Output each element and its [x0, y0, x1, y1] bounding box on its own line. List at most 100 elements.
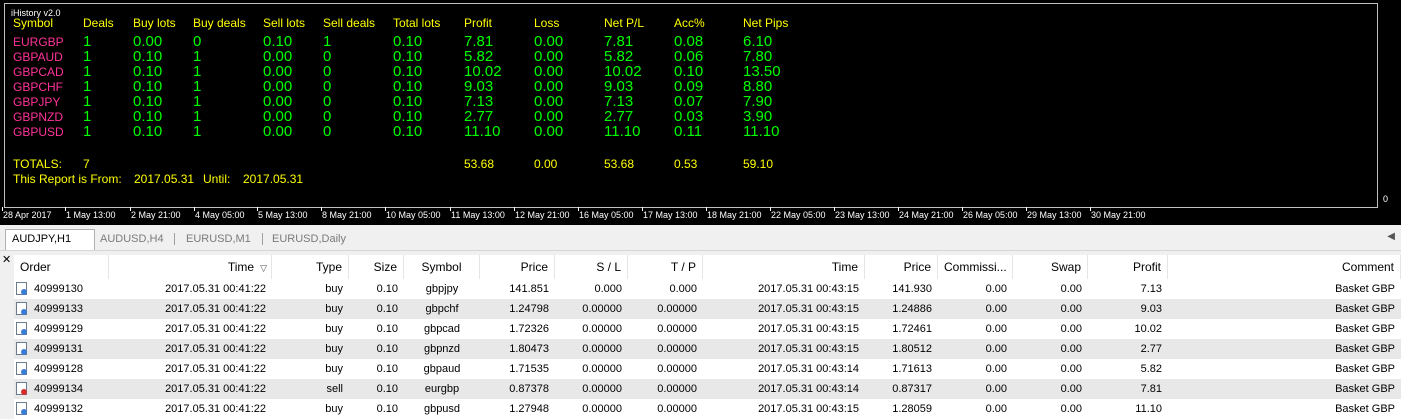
column-header[interactable]: Type: [272, 255, 349, 279]
stats-value: 0.00: [534, 108, 564, 125]
stats-value: 7.81: [604, 33, 634, 50]
stats-value: 0.09: [674, 78, 704, 95]
column-header[interactable]: Order: [14, 255, 109, 279]
column-header[interactable]: Size: [349, 255, 404, 279]
stats-value: 0.10: [393, 33, 423, 50]
stats-row: GBPAUD 1 0.10 1 0.00 0 0.10 5.82 0.00 5.82 0.06 7.8…: [0, 49, 1000, 64]
cell-type: buy: [325, 363, 343, 375]
column-header[interactable]: Profit: [1088, 255, 1168, 279]
stats-value: 13.50: [743, 63, 781, 80]
stats-value: 0.10: [393, 78, 423, 95]
stats-value: 6.10: [743, 33, 773, 50]
cell-close-time: 2017.05.31 00:43:14: [758, 363, 859, 375]
stats-header: Buy lots: [133, 16, 176, 30]
stats-value: 0.00: [534, 63, 564, 80]
deal-type-dot: [21, 409, 27, 415]
chart-window[interactable]: iHistory v2.0 0 Symbol Deals Buy lots Buy d…: [0, 0, 1401, 225]
table-row[interactable]: 40999130 2017.05.31 00:41:22 buy 0.10 gbpjpy…: [14, 279, 1401, 299]
cell-close-time: 2017.05.31 00:43:15: [758, 323, 859, 335]
column-header[interactable]: Symbol: [404, 255, 480, 279]
stats-value: 10.02: [464, 63, 502, 80]
cell-commission: 0.00: [985, 323, 1007, 335]
cell-size: 0.10: [376, 383, 398, 395]
column-header[interactable]: Swap: [1013, 255, 1088, 279]
cell-profit: 10.02: [1134, 323, 1162, 335]
cell-tp: 0.00000: [657, 383, 697, 395]
table-row[interactable]: 40999129 2017.05.31 00:41:22 buy 0.10 gbpcad…: [14, 319, 1401, 339]
cell-close-time: 2017.05.31 00:43:15: [758, 343, 859, 355]
stats-symbol: GBPJPY: [13, 95, 61, 109]
deal-type-dot: [21, 329, 27, 335]
cell-symbol: eurgbp: [424, 383, 460, 395]
cell-close-time: 2017.05.31 00:43:15: [758, 403, 859, 415]
stats-symbol: GBPUSD: [13, 125, 64, 139]
cell-symbol: gbpjpy: [425, 283, 459, 295]
cell-commission: 0.00: [985, 383, 1007, 395]
stats-value: 0.10: [133, 93, 163, 110]
cell-comment: Basket GBP: [1335, 323, 1395, 335]
column-header[interactable]: Time: [703, 255, 865, 279]
column-header[interactable]: Price: [480, 255, 555, 279]
column-header[interactable]: Commissi...: [938, 255, 1013, 279]
cell-tp: 0.00000: [657, 303, 697, 315]
cell-profit: 9.03: [1140, 303, 1162, 315]
stats-header: Symbol: [13, 16, 54, 30]
stats-row: GBPJPY 1 0.10 1 0.00 0 0.10 7.13 0.00 7.13 0.07 7.9…: [0, 94, 1000, 109]
stats-value: 0: [323, 63, 332, 80]
deal-type-dot: [21, 369, 27, 375]
stats-value: 0.00: [534, 33, 564, 50]
stats-value: 0.10: [393, 108, 423, 125]
cell-swap: 0.00: [1060, 403, 1082, 415]
stats-value: 0.10: [263, 33, 293, 50]
tab-scroll-left-icon[interactable]: ◀: [1387, 231, 1395, 242]
stats-header: Loss: [534, 16, 560, 30]
time-label: 8 May 21:00: [322, 210, 372, 220]
stats-row: GBPCHF 1 0.10 1 0.00 0 0.10 9.03 0.00 9.03 0.09 8.8…: [0, 79, 1000, 94]
column-header[interactable]: T / P: [628, 255, 703, 279]
table-row[interactable]: 40999132 2017.05.31 00:41:22 buy 0.10 gbpusd…: [14, 399, 1401, 419]
table-row[interactable]: 40999128 2017.05.31 00:41:22 buy 0.10 gbpaud…: [14, 359, 1401, 379]
time-label: 28 Apr 2017: [3, 210, 52, 220]
column-header[interactable]: Price: [865, 255, 938, 279]
stats-header: Total lots: [393, 16, 441, 30]
cell-symbol: gbpusd: [423, 403, 461, 415]
stats-value: 1: [83, 48, 92, 65]
column-header[interactable]: S / L: [555, 255, 628, 279]
cell-close-price: 0.87317: [892, 383, 932, 395]
tab-eurusd-m1[interactable]: EURUSD,M1: [180, 230, 264, 248]
stats-value: 1: [83, 33, 92, 50]
totals-loss: 0.00: [534, 157, 558, 171]
cell-size: 0.10: [376, 363, 398, 375]
stats-value: 7.81: [464, 33, 494, 50]
table-row[interactable]: 40999133 2017.05.31 00:41:22 buy 0.10 gbpchf…: [14, 299, 1401, 319]
stats-value: 0.11: [674, 123, 703, 140]
cell-close-price: 1.71613: [892, 363, 932, 375]
stats-value: 0.10: [133, 108, 163, 125]
cell-tp: 0.00000: [657, 403, 697, 415]
deal-type-dot: [21, 349, 27, 355]
column-header[interactable]: Time ▽: [109, 255, 272, 279]
stats-value: 0: [323, 108, 332, 125]
table-row[interactable]: 40999134 2017.05.31 00:41:22 sell 0.10 eurgb…: [14, 379, 1401, 399]
stats-value: 1: [83, 78, 92, 95]
tab-audusd-h4[interactable]: AUDUSD,H4: [94, 230, 178, 248]
tab-audjpy-h1[interactable]: AUDJPY,H1: [5, 229, 95, 250]
tab-separator: [174, 233, 175, 245]
stats-value: 0.10: [393, 63, 423, 80]
stats-row: GBPUSD 1 0.10 1 0.00 0 0.10 11.10 0.00 11.10 0.11 1…: [0, 124, 1000, 139]
cell-swap: 0.00: [1060, 323, 1082, 335]
table-row[interactable]: 40999131 2017.05.31 00:41:22 buy 0.10 gbpnzd…: [14, 339, 1401, 359]
cell-price: 1.27948: [509, 403, 549, 415]
buy-deal-icon: [16, 322, 27, 335]
cell-order: 40999134: [34, 383, 83, 395]
cell-comment: Basket GBP: [1335, 363, 1395, 375]
time-label: 16 May 05:00: [579, 210, 634, 220]
close-icon[interactable]: ✕: [2, 253, 11, 266]
tab-eurusd-daily[interactable]: EURUSD,Daily: [266, 230, 362, 248]
cell-sl: 0.00000: [582, 303, 622, 315]
cell-size: 0.10: [376, 343, 398, 355]
stats-symbol: GBPNZD: [13, 110, 64, 124]
cell-sl: 0.00000: [582, 403, 622, 415]
stats-value: 1: [193, 48, 202, 65]
column-header[interactable]: Comment: [1168, 255, 1401, 279]
